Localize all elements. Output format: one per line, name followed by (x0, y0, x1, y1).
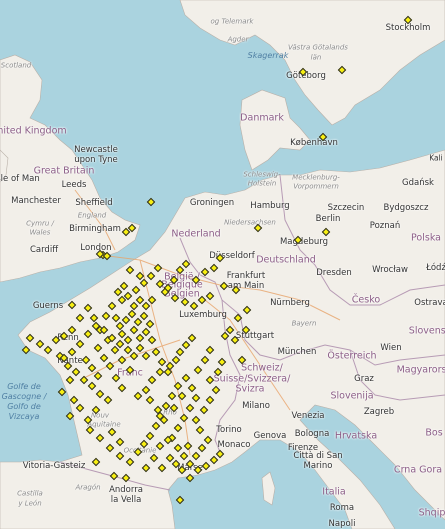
map-label-nurnberg: Nürnberg (270, 297, 310, 308)
map-label-niedersachsen: Niedersachsen (224, 218, 276, 227)
map-label-skagerrak: Skagerrak (247, 51, 289, 60)
map-label-vitoria: Vitoria-Gasteiz (22, 460, 86, 471)
map-label-england: England (77, 211, 107, 220)
map-label-ostrava: Ostrava (414, 297, 445, 308)
map-label-magdeburg: Magdeburg (279, 236, 329, 247)
map-label-slovensko: Slovensk (408, 325, 445, 337)
map-label-stuttgart: Stuttgart (235, 330, 275, 341)
map-label-wien: Wien (380, 342, 402, 353)
map-label-venezia: Venezia (291, 410, 325, 421)
map-label-genova: Genova (253, 430, 287, 441)
map-label-magyarorszag: Magyarorsz (396, 364, 445, 376)
map-label-newcastle: Newcastle (74, 144, 118, 155)
map-label-golfe: Golfe de (7, 382, 41, 391)
map-label-aragon: Aragón (75, 483, 101, 492)
map-label-vastra-gotaland: Västra Götalands (288, 43, 348, 52)
map-label-cardiff: Cardiff (29, 244, 59, 255)
map-label-castilla: Castilla (17, 489, 43, 498)
map-label-citta-san-marino: Città di San (293, 450, 343, 461)
map-label-shqip: Shqip (418, 507, 445, 519)
map-label-gdansk: Gdańsk (402, 177, 434, 188)
map-label-frankfurt: Frankfurt (226, 270, 266, 281)
map-label-stockholm: Stockholm (385, 22, 431, 33)
map-label-hrvatska: Hrvatska (334, 430, 378, 442)
map-label-wales: Wales (29, 228, 51, 237)
map-label-vorpommern: Vorpommern (293, 182, 339, 191)
map-label-bayern: Bayern (291, 319, 317, 328)
map-label-luxembourg: Luxemburg (179, 309, 227, 320)
map-label-italia: Italia (322, 486, 346, 498)
map-label-hamburg: Hamburg (250, 200, 290, 211)
map-label-birmingham: Birmingham (69, 223, 121, 234)
map-label-munchen: München (277, 346, 317, 357)
map-label-guernsey: Guerns (32, 300, 64, 311)
map-label-bydgoszcz: Bydgoszcz (383, 202, 429, 213)
map-label-golfo: Golfo de (7, 402, 41, 411)
map-label-great-britain: Great Britain (33, 165, 95, 177)
map-label-milano: Milano (242, 400, 270, 411)
map-label-manchester: Manchester (11, 195, 61, 206)
map-label-la-vella: la Vella (110, 494, 142, 505)
map-label-deutschland: Deutschland (256, 254, 316, 266)
map-label-schleswig: Schleswig- (243, 170, 281, 179)
map-label-slovenija: Slovenija (330, 390, 374, 402)
map-label-cesko: Česko (351, 294, 381, 306)
map-label-scotland: Scotland (0, 61, 32, 70)
map-label-monaco: Monaco (217, 439, 251, 450)
map-label-united-kingdom: nited Kingdom (0, 125, 67, 137)
map-label-polska: Polska (411, 232, 441, 244)
map-label-graz: Graz (354, 373, 374, 384)
map-label-nederland: Nederland (171, 228, 221, 240)
map-label-kali: Kali (429, 153, 443, 163)
map-label-wroclaw: Wrocław (372, 264, 408, 275)
map-label-y-leon: y León (18, 499, 42, 508)
map-label-isle-of-man: sle of Man (0, 173, 40, 184)
map-label-upon-tyne: upon Tyne (74, 154, 118, 165)
map-label-crna-gora: Crna Gora (393, 464, 443, 476)
map-label-roma: Roma (329, 502, 355, 513)
map-label-san-marino: Marino (303, 460, 333, 471)
map-label-mecklenburg: Mecklenburg- (292, 173, 340, 182)
map-label-berlin: Berlin (315, 213, 341, 224)
map-label-nouvelle: Nouv (90, 411, 110, 420)
map-label-schweiz: Schweiz/ (241, 362, 283, 374)
map-label-bologna: Bologna (294, 428, 330, 439)
map-label-vizcaya: Vizcaya (8, 412, 40, 421)
map-label-lan: län (310, 53, 322, 62)
map-label-torino: Torino (216, 424, 242, 435)
map-label-szczecin: Szczecin (327, 202, 365, 213)
map-label-dresden: Dresden (316, 267, 352, 278)
map-label-kobenhavn: København (290, 137, 338, 148)
map-label-agder: Agder (227, 35, 249, 44)
map-label-svizra: Svizra (235, 383, 265, 395)
map-label-danmark: Danmark (240, 112, 284, 124)
map-label-zagreb: Zagreb (363, 406, 395, 417)
map-label-cymru: Cymru / (26, 219, 54, 228)
map-label-bih: Bos (425, 427, 443, 439)
map-label-andorra: Andorra (109, 484, 143, 495)
map-label-telemark: og Telemark (210, 17, 254, 26)
map-label-holstein: Holstein (247, 179, 277, 188)
map-viewport[interactable]: Stockholm og Telemark Agder Västra Götal… (0, 0, 445, 529)
map-label-groningen: Groningen (189, 197, 235, 208)
map-label-gascogne: Gascogne / (1, 392, 47, 401)
map-label-leeds: Leeds (61, 179, 87, 190)
map-label-poznan: Poznań (369, 220, 401, 231)
map-label-napoli: Napoli (328, 518, 356, 529)
map-label-osterreich: Österreich (327, 350, 377, 362)
map-label-sheffield: Sheffield (75, 197, 113, 208)
map-label-lodz: Łódź (426, 262, 445, 273)
